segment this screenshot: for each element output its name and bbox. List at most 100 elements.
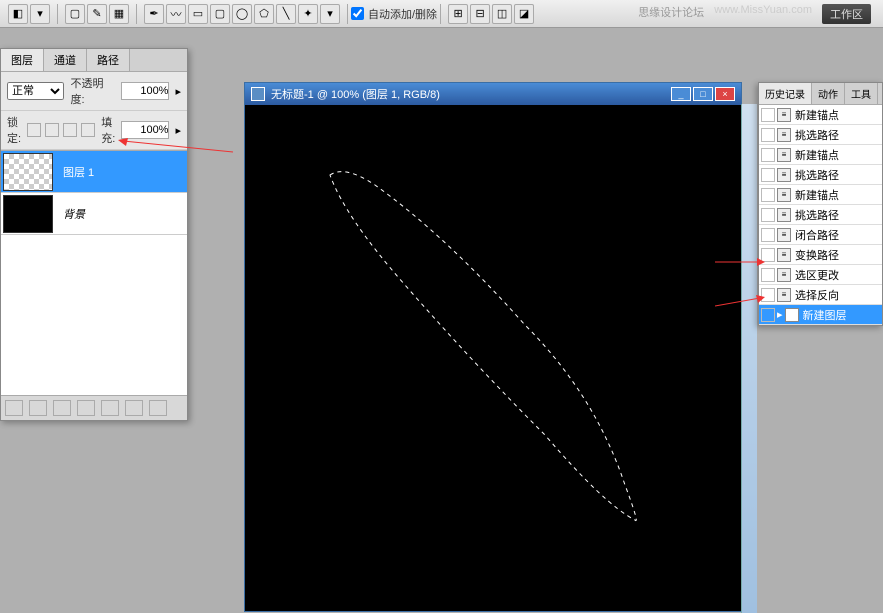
layer-item[interactable]: 图层 1 <box>1 151 187 193</box>
delete-layer-icon[interactable] <box>149 400 167 416</box>
tab-paths[interactable]: 路径 <box>87 49 130 71</box>
tab-channels[interactable]: 通道 <box>44 49 87 71</box>
fill-input[interactable] <box>121 121 169 139</box>
line-icon[interactable]: ╲ <box>276 4 296 24</box>
lock-image-icon[interactable] <box>45 123 59 137</box>
blend-mode-select[interactable]: 正常 <box>7 82 64 100</box>
history-brush-checkbox[interactable] <box>761 308 775 322</box>
polygon-icon[interactable]: ⬠ <box>254 4 274 24</box>
opacity-input[interactable] <box>121 82 169 100</box>
rect-icon[interactable]: ▭ <box>188 4 208 24</box>
layer-item[interactable]: 背景 <box>1 193 187 235</box>
history-item[interactable]: ≡新建锚点 <box>759 185 882 205</box>
history-step-icon: ≡ <box>777 108 791 122</box>
layer-thumbnail[interactable] <box>3 153 53 191</box>
separator <box>347 4 348 24</box>
document-title: 无标题-1 @ 100% (图层 1, RGB/8) <box>271 86 671 102</box>
path-subtract-icon[interactable]: ⊟ <box>470 4 490 24</box>
document-titlebar[interactable]: 无标题-1 @ 100% (图层 1, RGB/8) _ □ × <box>245 83 741 105</box>
lock-transparency-icon[interactable] <box>27 123 41 137</box>
rounded-rect-icon[interactable]: ▢ <box>210 4 230 24</box>
history-step-icon: ≡ <box>777 128 791 142</box>
history-item[interactable]: ≡变换路径 <box>759 245 882 265</box>
layer-name: 背景 <box>63 206 85 222</box>
pen-icon[interactable]: ✒ <box>144 4 164 24</box>
lock-position-icon[interactable] <box>63 123 77 137</box>
auto-add-delete-checkbox[interactable]: 自动添加/删除 <box>351 6 437 22</box>
auto-add-delete-input[interactable] <box>351 7 364 20</box>
tab-history[interactable]: 历史记录 <box>759 83 812 104</box>
history-brush-checkbox[interactable] <box>761 268 775 282</box>
history-brush-checkbox[interactable] <box>761 288 775 302</box>
document-scrollbar[interactable] <box>741 104 757 613</box>
history-step-label: 变换路径 <box>795 247 839 263</box>
history-step-label: 新建图层 <box>803 307 847 323</box>
history-step-icon: ≡ <box>777 168 791 182</box>
history-step-label: 新建锚点 <box>795 147 839 163</box>
canvas-area[interactable] <box>245 105 741 611</box>
history-brush-checkbox[interactable] <box>761 248 775 262</box>
tab-actions[interactable]: 动作 <box>812 83 845 104</box>
auto-add-delete-label: 自动添加/删除 <box>368 6 437 22</box>
history-brush-checkbox[interactable] <box>761 208 775 222</box>
path-exclude-icon[interactable]: ◪ <box>514 4 534 24</box>
layers-panel-tabs: 图层 通道 路径 <box>1 49 187 72</box>
paths-icon[interactable]: ✎ <box>87 4 107 24</box>
history-item[interactable]: ≡新建锚点 <box>759 145 882 165</box>
layer-thumbnail[interactable] <box>3 195 53 233</box>
history-step-label: 闭合路径 <box>795 227 839 243</box>
tool-preset-button[interactable]: ◧ <box>8 4 28 24</box>
fill-pixels-icon[interactable]: ▦ <box>109 4 129 24</box>
history-item[interactable]: ≡ 挑选路径 <box>759 165 882 185</box>
minimize-button[interactable]: _ <box>671 87 691 101</box>
tab-tools[interactable]: 工具 <box>845 83 878 104</box>
ellipse-icon[interactable]: ◯ <box>232 4 252 24</box>
history-item[interactable]: ≡新建锚点 <box>759 105 882 125</box>
history-step-label: 选区更改 <box>795 267 839 283</box>
history-step-icon: ≡ <box>777 188 791 202</box>
history-step-icon: ≡ <box>777 228 791 242</box>
history-step-icon: ≡ <box>777 268 791 282</box>
layer-style-icon[interactable] <box>29 400 47 416</box>
history-item[interactable]: ≡ 选区更改 <box>759 265 882 285</box>
history-brush-checkbox[interactable] <box>761 148 775 162</box>
history-item[interactable]: ▸≡新建图层 <box>759 305 882 325</box>
current-state-marker: ▸ <box>777 308 783 321</box>
custom-shape-icon[interactable]: ✦ <box>298 4 318 24</box>
maximize-button[interactable]: □ <box>693 87 713 101</box>
history-item[interactable]: ≡挑选路径 <box>759 205 882 225</box>
new-layer-icon[interactable] <box>125 400 143 416</box>
shape-options-dropdown[interactable]: ▾ <box>320 4 340 24</box>
history-step-icon: ≡ <box>777 208 791 222</box>
history-brush-checkbox[interactable] <box>761 108 775 122</box>
layer-name: 图层 1 <box>63 164 94 180</box>
history-brush-checkbox[interactable] <box>761 228 775 242</box>
history-step-label: 挑选路径 <box>795 167 839 183</box>
history-item[interactable]: ≡选择反向 <box>759 285 882 305</box>
path-add-icon[interactable]: ⊞ <box>448 4 468 24</box>
history-panel: 历史记录 动作 工具 ≡新建锚点≡挑选路径≡新建锚点≡挑选路径≡新建锚点≡挑选路… <box>758 82 883 326</box>
tab-layers[interactable]: 图层 <box>1 49 44 71</box>
history-brush-checkbox[interactable] <box>761 128 775 142</box>
workspace-button[interactable]: 工作区 <box>822 4 871 24</box>
layer-group-icon[interactable] <box>101 400 119 416</box>
opacity-dropdown-icon[interactable]: ▸ <box>175 85 181 98</box>
path-intersect-icon[interactable]: ◫ <box>492 4 512 24</box>
history-brush-checkbox[interactable] <box>761 168 775 182</box>
blend-opacity-row: 正常 不透明度: ▸ <box>1 72 187 111</box>
layer-mask-icon[interactable] <box>53 400 71 416</box>
history-item[interactable]: ≡ 闭合路径 <box>759 225 882 245</box>
history-step-label: 挑选路径 <box>795 127 839 143</box>
adjustment-layer-icon[interactable] <box>77 400 95 416</box>
history-brush-checkbox[interactable] <box>761 188 775 202</box>
options-bar: ◧ ▾ ▢ ✎ ▦ ✒ 〰 ▭ ▢ ◯ ⬠ ╲ ✦ ▾ 自动添加/删除 ⊞ ⊟ … <box>0 0 883 28</box>
tool-preset-dropdown[interactable]: ▾ <box>30 4 50 24</box>
shape-layers-icon[interactable]: ▢ <box>65 4 85 24</box>
lock-all-icon[interactable] <box>81 123 95 137</box>
link-layers-icon[interactable] <box>5 400 23 416</box>
fill-dropdown-icon[interactable]: ▸ <box>175 124 181 137</box>
freeform-pen-icon[interactable]: 〰 <box>166 4 186 24</box>
close-button[interactable]: × <box>715 87 735 101</box>
separator <box>136 4 137 24</box>
history-item[interactable]: ≡ 挑选路径 <box>759 125 882 145</box>
